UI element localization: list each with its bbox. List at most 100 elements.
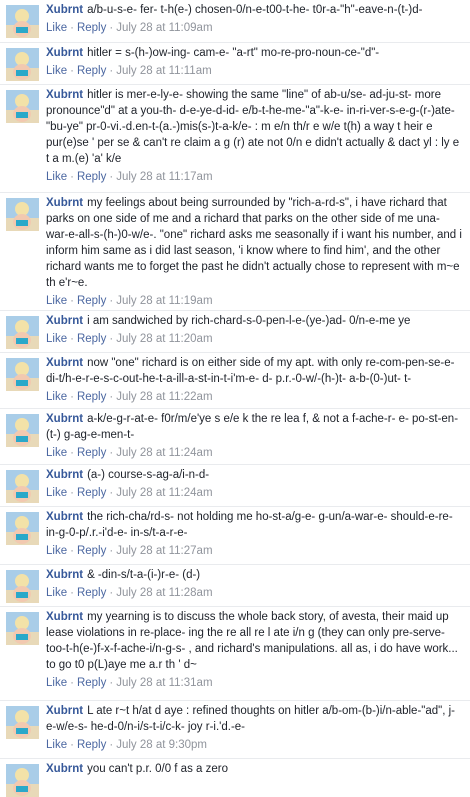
- reply-button[interactable]: Reply: [77, 65, 106, 77]
- comment-author[interactable]: Xubrnt: [46, 511, 83, 523]
- comment-timestamp[interactable]: July 28 at 11:19am: [116, 295, 212, 307]
- avatar[interactable]: [6, 706, 39, 739]
- reply-button[interactable]: Reply: [77, 677, 106, 689]
- separator: ·: [109, 171, 114, 183]
- comment-author[interactable]: Xubrnt: [46, 315, 83, 327]
- like-button[interactable]: Like: [46, 171, 67, 183]
- comment-author[interactable]: Xubrnt: [46, 197, 83, 209]
- comment-text: the rich-cha/rd-s- not holding me ho-st-…: [46, 511, 453, 539]
- comment-timestamp[interactable]: July 28 at 9:30pm: [116, 739, 207, 751]
- separator: ·: [109, 545, 114, 557]
- like-button[interactable]: Like: [46, 65, 67, 77]
- comment: Xubrnt a/b-u-s-e- fer- t-h(e-) chosen-0/n…: [0, 0, 470, 42]
- comment-text: a/b-u-s-e- fer- t-h(e-) chosen-0/n-e-t00…: [87, 4, 423, 16]
- avatar[interactable]: [6, 90, 39, 123]
- separator: ·: [109, 333, 114, 345]
- comment-timestamp[interactable]: July 28 at 11:11am: [116, 65, 211, 77]
- avatar[interactable]: [6, 48, 39, 81]
- separator: ·: [70, 171, 74, 183]
- reply-button[interactable]: Reply: [77, 545, 106, 557]
- separator: ·: [70, 739, 74, 751]
- comment-meta: Like · Reply · July 28 at 11:27am: [46, 543, 462, 559]
- avatar[interactable]: [6, 198, 39, 231]
- avatar[interactable]: [6, 570, 39, 603]
- avatar[interactable]: [6, 414, 39, 447]
- like-button[interactable]: Like: [46, 677, 67, 689]
- like-button[interactable]: Like: [46, 545, 67, 557]
- separator: ·: [109, 739, 114, 751]
- comment-timestamp[interactable]: July 28 at 11:09am: [116, 22, 212, 34]
- reply-button[interactable]: Reply: [77, 171, 106, 183]
- avatar[interactable]: [6, 316, 39, 349]
- comment-author[interactable]: Xubrnt: [46, 611, 83, 623]
- comment: Xubrnt my yearning is to discuss the whol…: [0, 606, 470, 700]
- comment-author[interactable]: Xubrnt: [46, 569, 83, 581]
- like-button[interactable]: Like: [46, 391, 67, 403]
- reply-button[interactable]: Reply: [77, 739, 106, 751]
- like-button[interactable]: Like: [46, 587, 67, 599]
- comment-text: L ate r~t h/at d aye : refined thoughts …: [46, 705, 456, 733]
- comment-timestamp[interactable]: July 28 at 11:24am: [116, 447, 212, 459]
- separator: ·: [109, 587, 114, 599]
- like-button[interactable]: Like: [46, 22, 67, 34]
- avatar[interactable]: [6, 358, 39, 391]
- reply-button[interactable]: Reply: [77, 447, 106, 459]
- comment-author[interactable]: Xubrnt: [46, 705, 83, 717]
- comment-timestamp[interactable]: July 28 at 11:28am: [116, 587, 212, 599]
- avatar[interactable]: [6, 764, 39, 797]
- avatar[interactable]: [6, 612, 39, 645]
- like-button[interactable]: Like: [46, 295, 67, 307]
- comment: Xubrnt the rich-cha/rd-s- not holding me …: [0, 506, 470, 564]
- comment-meta: Like · Reply · July 28 at 11:11am: [46, 63, 462, 79]
- comment: Xubrnt hitler = s-(h-)ow-ing- cam-e- "a-r…: [0, 42, 470, 84]
- comment: Xubrnt L ate r~t h/at d aye : refined tho…: [0, 700, 470, 758]
- comment-text: my feelings about being surrounded by "r…: [46, 197, 462, 289]
- comment-text: you can't p.r. 0/0 f as a zero: [87, 763, 228, 775]
- comment-timestamp[interactable]: July 28 at 11:24am: [116, 487, 212, 499]
- separator: ·: [70, 447, 74, 459]
- like-button[interactable]: Like: [46, 447, 67, 459]
- comment-text: & -din-s/t-a-(i-)r-e- (d-): [87, 569, 201, 581]
- separator: ·: [109, 487, 114, 499]
- comment-timestamp[interactable]: July 28 at 11:22am: [116, 391, 212, 403]
- comment-author[interactable]: Xubrnt: [46, 4, 83, 16]
- separator: ·: [109, 295, 114, 307]
- reply-button[interactable]: Reply: [77, 391, 106, 403]
- comment-author[interactable]: Xubrnt: [46, 89, 83, 101]
- comment-author[interactable]: Xubrnt: [46, 469, 83, 481]
- reply-button[interactable]: Reply: [77, 22, 106, 34]
- reply-button[interactable]: Reply: [77, 487, 106, 499]
- like-button[interactable]: Like: [46, 487, 67, 499]
- comment: Xubrnt my feelings about being surrounded…: [0, 192, 470, 310]
- comment-author[interactable]: Xubrnt: [46, 413, 83, 425]
- comment-timestamp[interactable]: July 28 at 11:20am: [116, 333, 212, 345]
- reply-button[interactable]: Reply: [77, 295, 106, 307]
- comment: Xubrnt hitler is mer-e-ly-e- showing the …: [0, 84, 470, 192]
- comment-text: hitler = s-(h-)ow-ing- cam-e- "a-rt" mo-…: [87, 47, 380, 59]
- avatar[interactable]: [6, 5, 39, 38]
- separator: ·: [109, 65, 114, 77]
- comment: Xubrnt you can't p.r. 0/0 f as a zero: [0, 758, 470, 797]
- comment-timestamp[interactable]: July 28 at 11:27am: [116, 545, 212, 557]
- like-button[interactable]: Like: [46, 739, 67, 751]
- comment-meta: Like · Reply · July 28 at 11:09am: [46, 20, 462, 36]
- separator: ·: [70, 295, 74, 307]
- comment-meta: Like · Reply · July 28 at 11:24am: [46, 485, 462, 501]
- comment-text: hitler is mer-e-ly-e- showing the same "…: [46, 89, 460, 165]
- separator: ·: [70, 545, 74, 557]
- comment: Xubrnt now "one" richard is on either sid…: [0, 352, 470, 408]
- comment-text: now "one" richard is on either side of m…: [46, 357, 455, 385]
- like-button[interactable]: Like: [46, 333, 67, 345]
- comment-author[interactable]: Xubrnt: [46, 47, 83, 59]
- separator: ·: [70, 333, 74, 345]
- comment-timestamp[interactable]: July 28 at 11:17am: [116, 171, 212, 183]
- comment-meta: Like · Reply · July 28 at 11:28am: [46, 585, 462, 601]
- reply-button[interactable]: Reply: [77, 333, 106, 345]
- comment-author[interactable]: Xubrnt: [46, 763, 83, 775]
- avatar[interactable]: [6, 512, 39, 545]
- comment-author[interactable]: Xubrnt: [46, 357, 83, 369]
- comment-text: a-k/e-g-r-at-e- f0r/m/e'ye s e/e k the r…: [46, 413, 459, 441]
- avatar[interactable]: [6, 470, 39, 503]
- reply-button[interactable]: Reply: [77, 587, 106, 599]
- comment-timestamp[interactable]: July 28 at 11:31am: [116, 677, 212, 689]
